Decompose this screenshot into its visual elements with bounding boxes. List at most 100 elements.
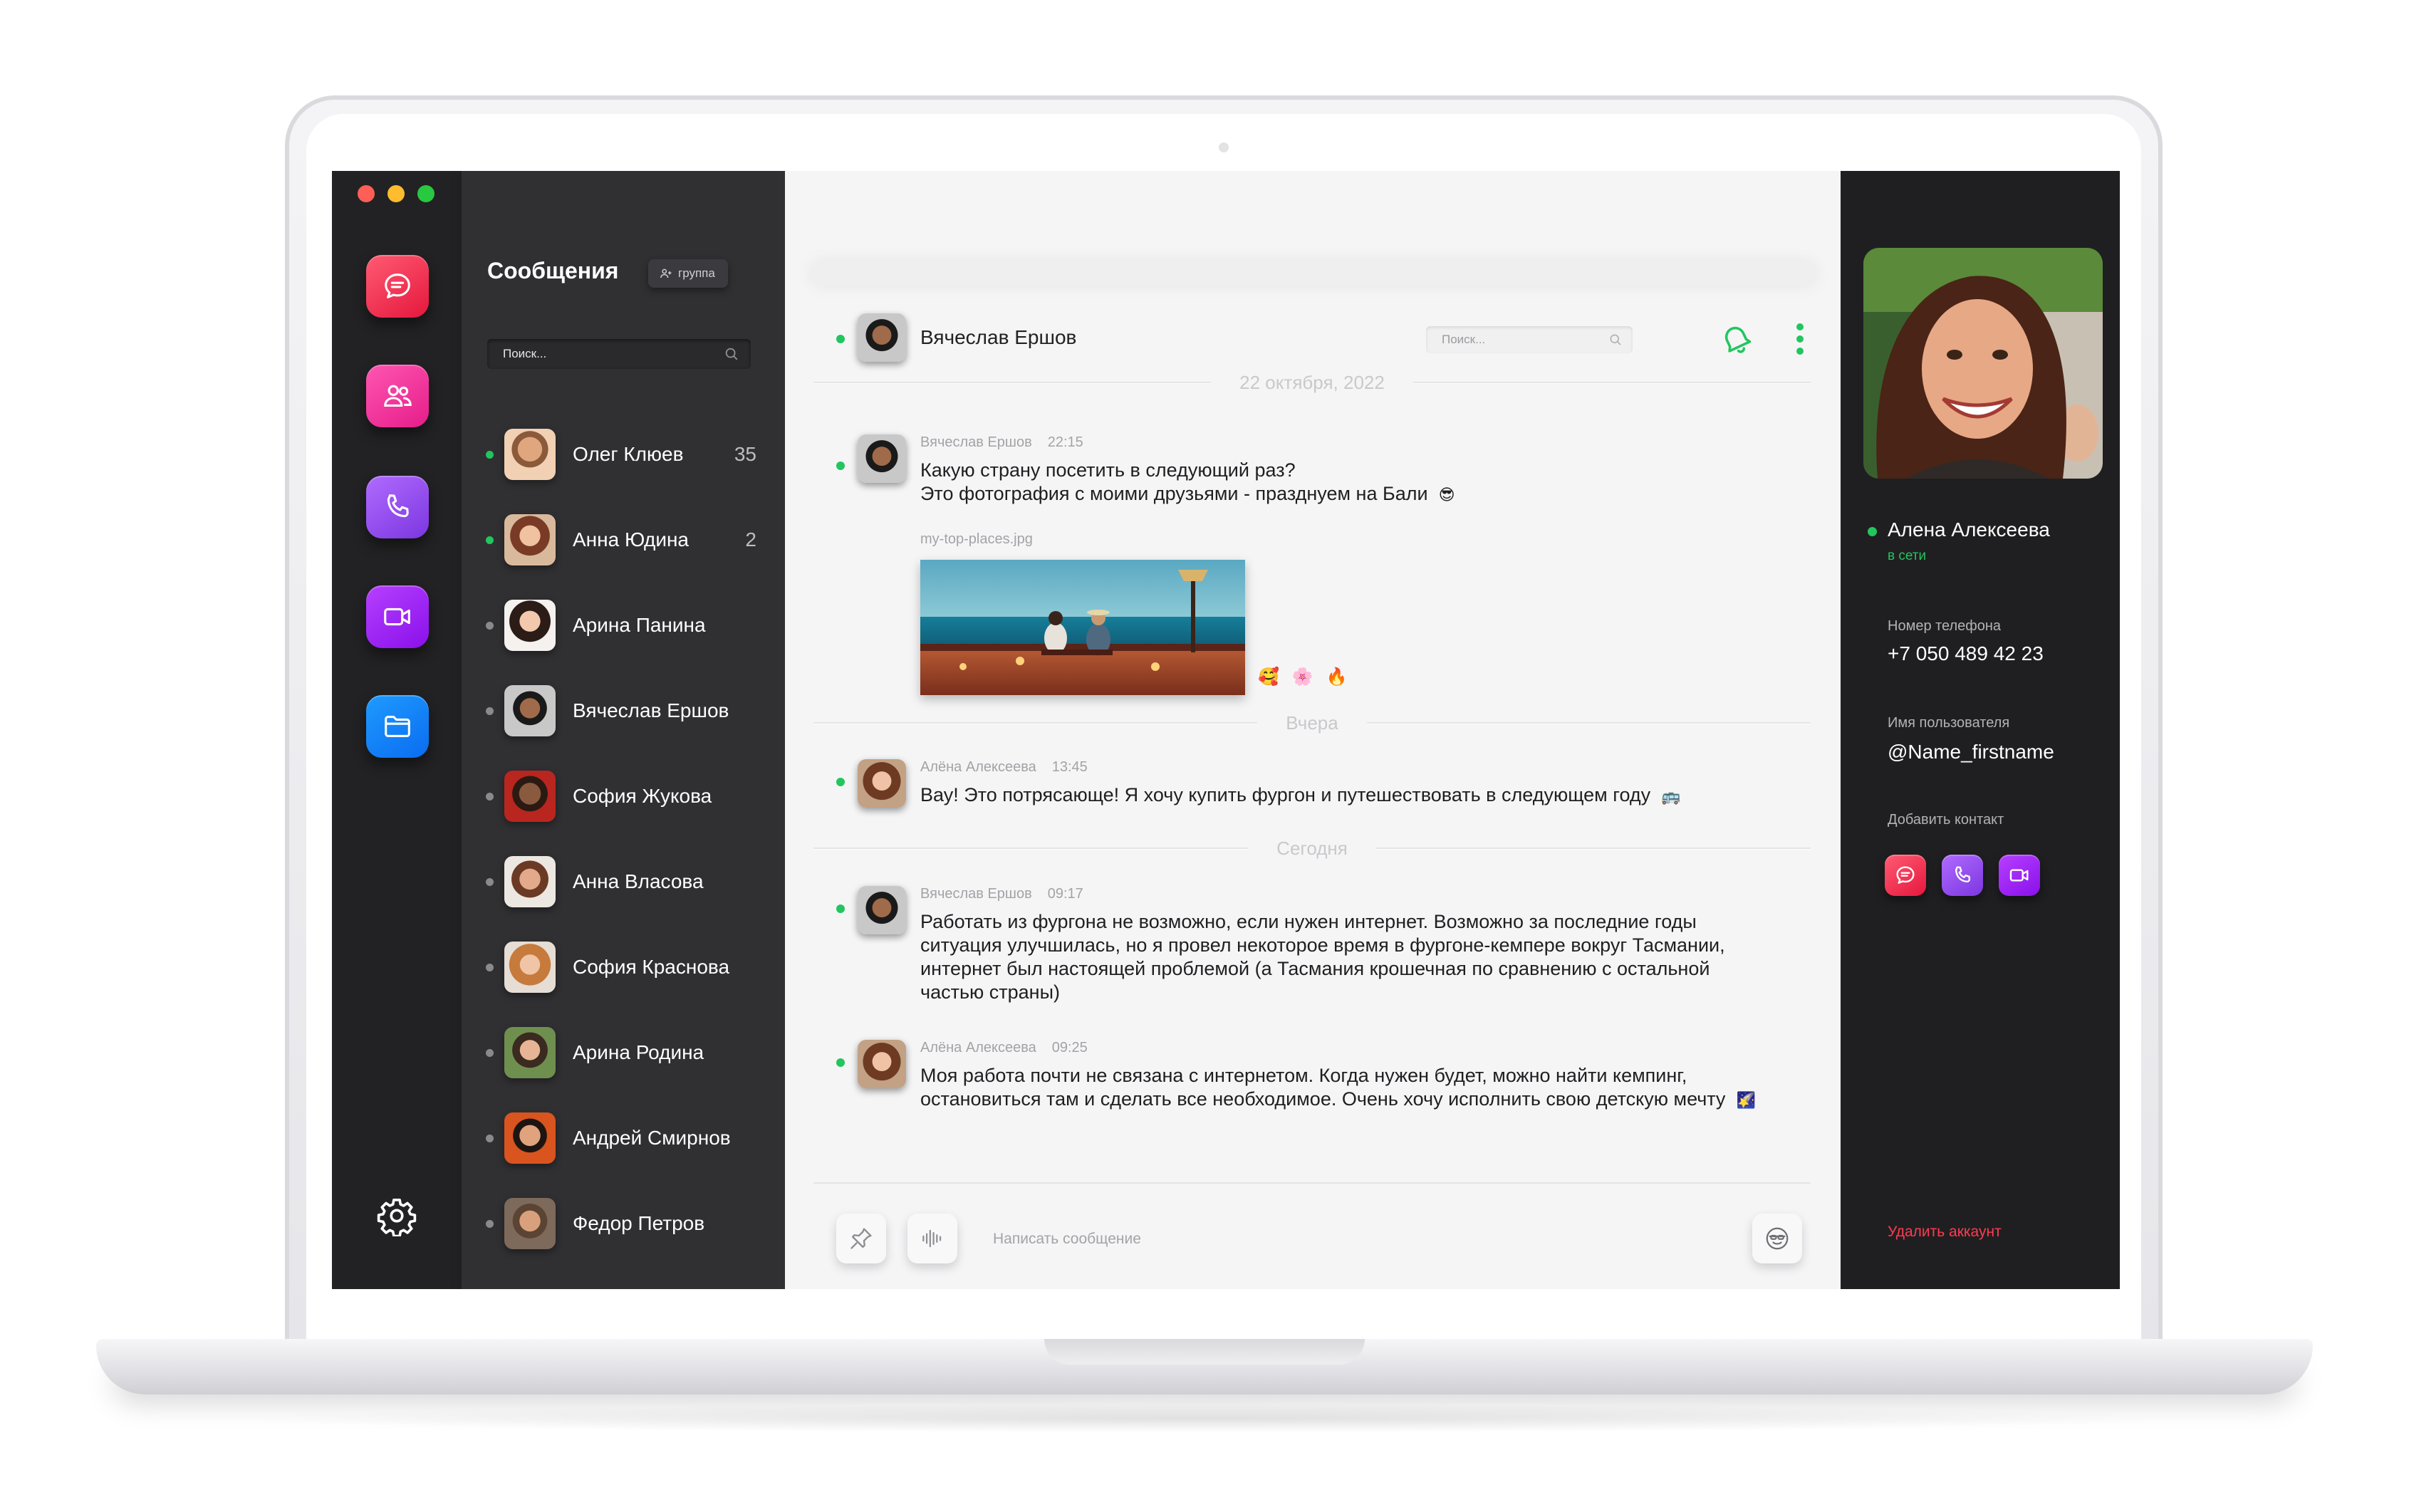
- profile-status: в сети: [1888, 548, 1927, 563]
- avatar: [858, 1040, 906, 1088]
- gear-icon[interactable]: [376, 1195, 417, 1236]
- contact-name: Федор Петров: [573, 1212, 705, 1234]
- avatar: [504, 514, 556, 565]
- files-nav-button[interactable]: [366, 695, 429, 758]
- message-input[interactable]: [993, 1225, 1691, 1253]
- messages-nav-button[interactable]: [366, 255, 429, 318]
- profile-name: Алена Алексеева: [1888, 518, 2050, 541]
- message-time: 13:45: [1051, 759, 1088, 775]
- emoji-button[interactable]: [1752, 1214, 1802, 1263]
- add-contact-message-button[interactable]: [1885, 855, 1926, 896]
- contact-name: Арина Родина: [573, 1041, 704, 1063]
- contact-item[interactable]: Арина Родина: [462, 1010, 785, 1095]
- delete-account-link[interactable]: Удалить аккаунт: [1888, 1224, 2002, 1241]
- phone-value[interactable]: +7 050 489 42 23: [1888, 642, 2044, 665]
- contact-name: София Жукова: [573, 785, 712, 807]
- calls-nav-button[interactable]: [366, 476, 429, 538]
- maximize-window-button[interactable]: [417, 185, 435, 202]
- laptop-notch: [1044, 1339, 1365, 1365]
- contact-name: Арина Панина: [573, 614, 706, 636]
- camera-icon: [1219, 142, 1229, 152]
- more-options-button[interactable]: [1795, 323, 1805, 358]
- contacts-search: [487, 339, 751, 369]
- date-divider: 22 октября, 2022: [813, 371, 1811, 393]
- search-icon[interactable]: [1608, 333, 1623, 347]
- unread-count: 2: [745, 528, 756, 551]
- offline-status-dot: [486, 1134, 494, 1142]
- message-line: Какую страну посетить в следующий раз?: [920, 459, 1296, 481]
- chat-search-input[interactable]: [1442, 326, 1598, 353]
- create-group-button[interactable]: группа: [648, 259, 728, 288]
- avatar: [504, 856, 556, 907]
- contact-item[interactable]: Вячеслав Ершов: [462, 668, 785, 754]
- unread-count: 35: [734, 443, 756, 465]
- search-icon[interactable]: [724, 346, 739, 362]
- reaction-emoji[interactable]: 🔥: [1326, 667, 1348, 687]
- chat-top-bar: [811, 261, 1816, 286]
- people-icon: [384, 385, 412, 407]
- add-contact-video-button[interactable]: [1999, 855, 2040, 896]
- smile-sunglasses-icon: [1766, 1227, 1789, 1250]
- video-icon: [384, 608, 410, 626]
- contacts-search-input[interactable]: [503, 339, 709, 369]
- avatar[interactable]: [858, 313, 906, 362]
- chat-header: Вячеслав Ершов: [785, 306, 1841, 370]
- online-status-dot: [836, 1058, 845, 1067]
- contact-item[interactable]: София Жукова: [462, 754, 785, 839]
- profile-panel: Алена Алексеева в сети Номер телефона +7…: [1841, 171, 2120, 1289]
- message-line: Это фотография с моими друзьями - праздн…: [920, 482, 1761, 506]
- contact-name: Андрей Смирнов: [573, 1127, 731, 1149]
- message-author: Алёна Алексеева: [920, 1040, 1036, 1055]
- attachment-filename[interactable]: my-top-places.jpg: [920, 531, 1033, 548]
- add-contact-label: Добавить контакт: [1888, 812, 2004, 828]
- voice-message-button[interactable]: [907, 1214, 957, 1263]
- bell-icon[interactable]: [1718, 320, 1754, 356]
- phone-label: Номер телефона: [1888, 618, 2002, 634]
- contact-item[interactable]: София Краснова: [462, 924, 785, 1010]
- chat-search: [1426, 326, 1633, 353]
- attachment-photo[interactable]: [920, 560, 1245, 695]
- online-status-dot: [836, 335, 845, 343]
- contact-item[interactable]: Андрей Смирнов: [462, 1095, 785, 1181]
- add-contact-call-button[interactable]: [1942, 855, 1983, 896]
- contact-item[interactable]: Олег Клюев 35: [462, 412, 785, 497]
- contact-item[interactable]: Арина Панина: [462, 583, 785, 668]
- profile-photo: [1863, 248, 2103, 479]
- avatar: [858, 434, 906, 483]
- date-divider-label: 22 октября, 2022: [1239, 371, 1385, 393]
- chat-panel: Вячеслав Ершов 22 октября, 2022 Вячеслав…: [785, 171, 1841, 1289]
- message-time: 09:25: [1051, 1040, 1088, 1055]
- attach-button[interactable]: [836, 1214, 886, 1263]
- online-status-dot: [486, 450, 494, 459]
- offline-status-dot: [486, 707, 494, 715]
- date-divider-label: Вчера: [1286, 711, 1338, 734]
- username-value[interactable]: @Name_firstname: [1888, 741, 2054, 763]
- avatar: [858, 886, 906, 934]
- video-nav-button[interactable]: [366, 585, 429, 648]
- message-text: Моя работа почти не связана с интернетом…: [920, 1064, 1761, 1112]
- profile-portrait: [1863, 248, 2103, 479]
- app-window: Сообщения группа Олег Клюев 35 Анна Юдин…: [332, 171, 2120, 1289]
- contact-item[interactable]: Анна Юдина 2: [462, 497, 785, 583]
- reaction-emoji[interactable]: 🌸: [1292, 667, 1313, 687]
- contact-name: София Краснова: [573, 956, 730, 978]
- reaction-emoji[interactable]: 🥰: [1258, 667, 1279, 687]
- contacts-nav-button[interactable]: [366, 365, 429, 427]
- offline-status-dot: [486, 1048, 494, 1057]
- contact-name: Анна Юдина: [573, 528, 689, 551]
- chat-contact-name[interactable]: Вячеслав Ершов: [920, 326, 1076, 349]
- date-divider: Сегодня: [813, 838, 1811, 859]
- minimize-window-button[interactable]: [387, 185, 405, 202]
- avatar: [504, 942, 556, 993]
- online-status-dot: [486, 536, 494, 544]
- offline-status-dot: [486, 877, 494, 886]
- contact-item[interactable]: Федор Петров: [462, 1181, 785, 1266]
- phone-icon: [1955, 866, 1971, 882]
- window-controls: [358, 185, 435, 202]
- pin-icon: [850, 1228, 872, 1249]
- video-icon: [2009, 869, 2029, 882]
- close-window-button[interactable]: [358, 185, 375, 202]
- contact-item[interactable]: Анна Власова: [462, 839, 785, 924]
- message-line-text: Вау! Это потрясающе! Я хочу купить фурго…: [920, 784, 1651, 805]
- shooting-star-emoji: 🌠: [1736, 1091, 1756, 1109]
